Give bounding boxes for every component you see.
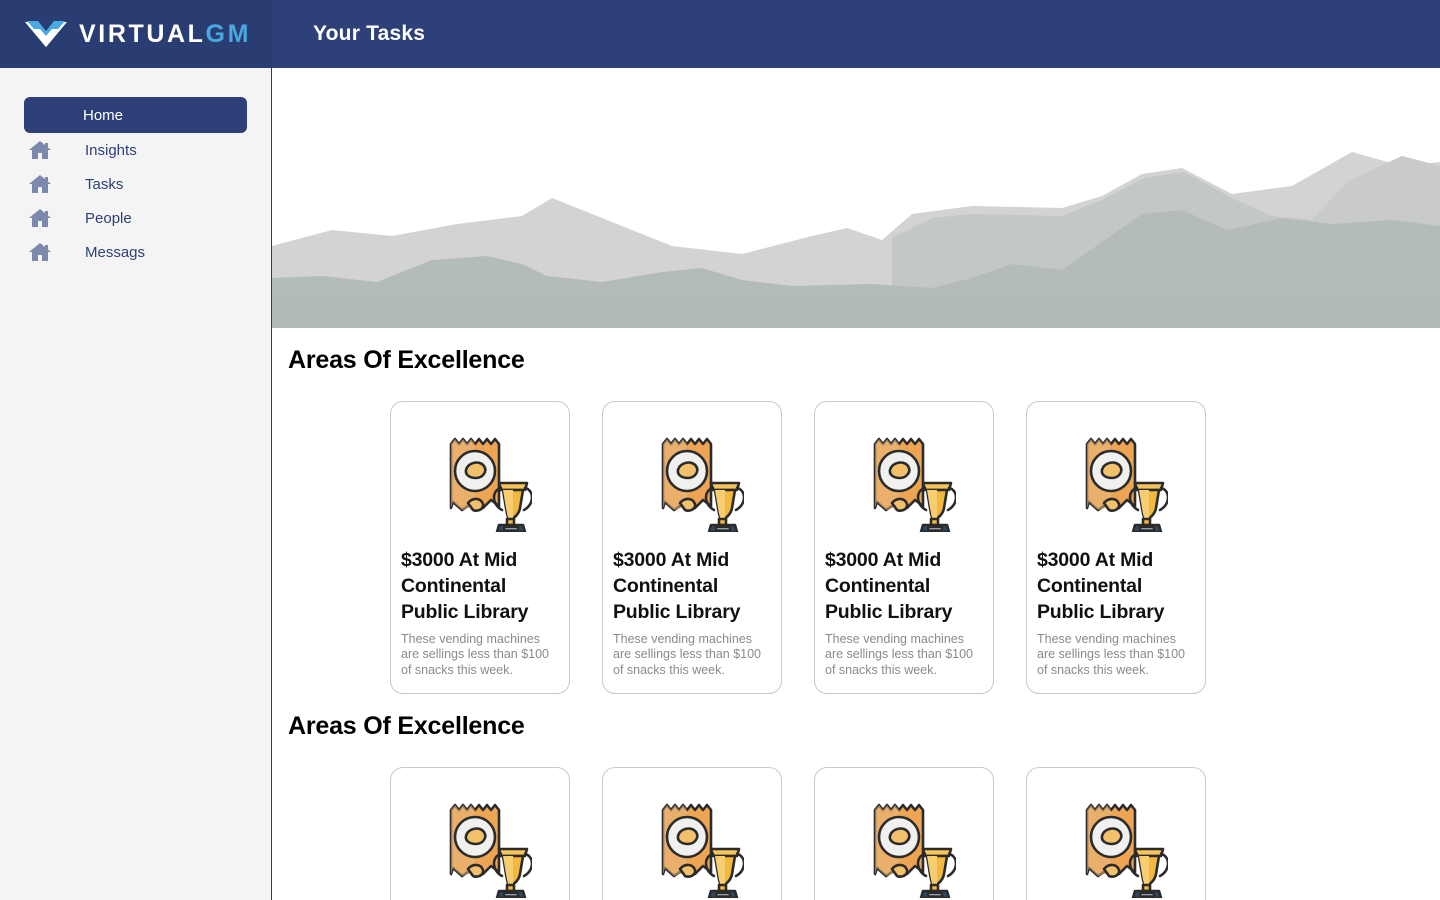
card-description: These vending machines are sellings less…	[1037, 631, 1186, 677]
section-areas-of-excellence-1: Areas Of Excellence $3000 At Mid Contine…	[272, 328, 1440, 694]
sidebar-item-insights[interactable]: Insights	[24, 133, 247, 167]
snack-bag-trophy-icon	[824, 782, 984, 900]
page-title: Your Tasks	[313, 22, 426, 45]
excellence-card[interactable]: $3000 At Mid Continental Public Library …	[1026, 401, 1206, 694]
snack-bag-trophy-icon	[1036, 782, 1196, 900]
card-description: These vending machines are sellings less…	[613, 631, 762, 677]
snack-bag-trophy-icon	[824, 416, 984, 548]
sidebar-item-label: Insights	[85, 141, 137, 159]
card-row	[288, 741, 1440, 900]
main-content: Areas Of Excellence $3000 At Mid Contine…	[272, 68, 1440, 900]
brand-name-primary: VIRTUAL	[79, 19, 206, 48]
home-icon	[26, 240, 54, 264]
excellence-card[interactable]	[390, 767, 570, 900]
sidebar-item-home[interactable]: Home	[24, 97, 247, 133]
mountain-landscape-placeholder-icon	[272, 68, 1440, 328]
sidebar: Home Insights Tasks People Messags	[0, 68, 272, 900]
sidebar-item-label: People	[85, 209, 132, 227]
virtualgm-chevron-logo-icon	[24, 19, 68, 49]
home-icon	[26, 138, 54, 162]
card-description: These vending machines are sellings less…	[401, 631, 550, 677]
snack-bag-trophy-icon	[612, 782, 772, 900]
snack-bag-trophy-icon	[1036, 416, 1196, 548]
card-row: $3000 At Mid Continental Public Library …	[288, 375, 1440, 694]
sidebar-item-label: Tasks	[85, 175, 124, 193]
sidebar-item-label: Home	[83, 106, 124, 124]
snack-bag-trophy-icon	[612, 416, 772, 548]
hero-banner	[272, 68, 1440, 328]
brand-name: VIRTUALGM	[79, 19, 252, 48]
home-icon	[26, 206, 54, 230]
card-title: $3000 At Mid Continental Public Library	[613, 549, 741, 623]
excellence-card[interactable]	[814, 767, 994, 900]
brand-logo[interactable]: VIRTUALGM	[0, 0, 272, 68]
card-description: These vending machines are sellings less…	[825, 631, 974, 677]
section-areas-of-excellence-2: Areas Of Excellence	[272, 694, 1440, 900]
excellence-card[interactable]: $3000 At Mid Continental Public Library …	[814, 401, 994, 694]
snack-bag-trophy-icon	[400, 416, 560, 548]
excellence-card[interactable]: $3000 At Mid Continental Public Library …	[390, 401, 570, 694]
card-title: $3000 At Mid Continental Public Library	[401, 549, 529, 623]
sidebar-item-label: Messags	[85, 243, 146, 261]
top-bar: VIRTUALGM Your Tasks	[0, 0, 1440, 68]
excellence-card[interactable]	[602, 767, 782, 900]
excellence-card[interactable]: $3000 At Mid Continental Public Library …	[602, 401, 782, 694]
home-icon	[26, 172, 54, 196]
section-title: Areas Of Excellence	[288, 346, 525, 374]
app-root: VIRTUALGM Your Tasks Home Insights Tasks…	[0, 0, 1440, 900]
card-title: $3000 At Mid Continental Public Library	[1037, 549, 1165, 623]
sidebar-item-messags[interactable]: Messags	[24, 235, 247, 269]
snack-bag-trophy-icon	[400, 782, 560, 900]
sidebar-item-people[interactable]: People	[24, 201, 247, 235]
excellence-card[interactable]	[1026, 767, 1206, 900]
card-title: $3000 At Mid Continental Public Library	[825, 549, 953, 623]
sidebar-item-tasks[interactable]: Tasks	[24, 167, 247, 201]
brand-name-secondary: GM	[205, 19, 252, 48]
section-title: Areas Of Excellence	[288, 712, 525, 740]
